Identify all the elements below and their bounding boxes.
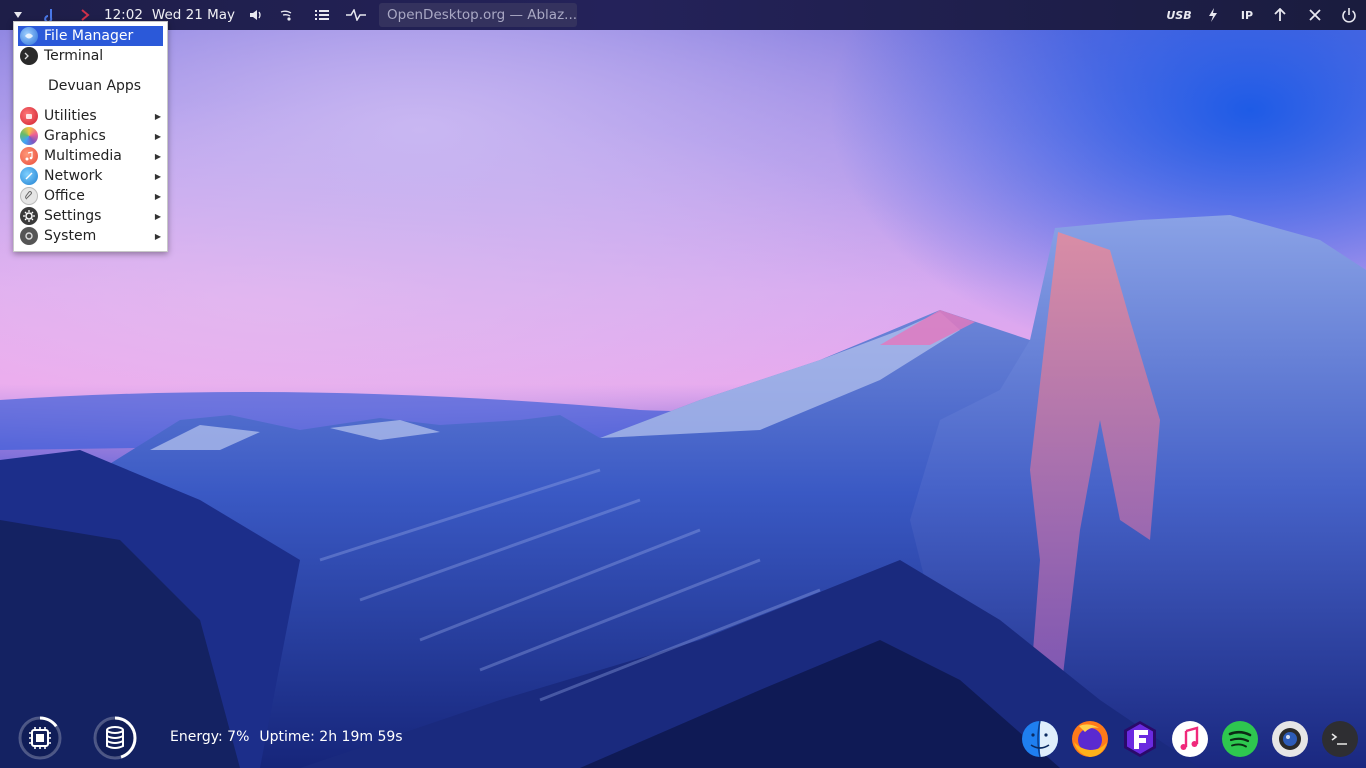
menu-label: Graphics [44, 128, 106, 144]
top-panel: 12:02 Wed 21 May OpenDesktop.org — Ablaz… [0, 0, 1366, 30]
menu-label: Devuan Apps [48, 78, 142, 94]
menu-label: Terminal [44, 48, 104, 64]
menu-label: Multimedia [44, 148, 122, 164]
wallpaper-mountains [0, 215, 1366, 768]
system-stats: Energy: 7% Uptime: 2h 19m 59s [170, 729, 403, 747]
menu-label: Office [44, 188, 85, 204]
submenu-arrow-icon: ▶ [154, 111, 162, 121]
volume-icon[interactable] [246, 0, 266, 30]
file-manager-icon [20, 27, 38, 45]
spotify-icon[interactable] [1221, 720, 1259, 758]
submenu-arrow-icon: ▶ [154, 231, 162, 241]
system-icon [20, 227, 38, 245]
f-app-icon[interactable] [1121, 720, 1159, 758]
power-icon[interactable] [1338, 0, 1360, 30]
firefox-icon[interactable] [1071, 720, 1109, 758]
submenu-arrow-icon: ▶ [154, 131, 162, 141]
submenu-arrow-icon: ▶ [154, 191, 162, 201]
menu-label: Settings [44, 208, 102, 224]
menu-item-settings[interactable]: Settings ▶ [18, 206, 163, 226]
finder-icon[interactable] [1021, 720, 1059, 758]
music-icon[interactable] [1171, 720, 1209, 758]
up-arrow-icon[interactable] [1270, 0, 1290, 30]
disk-usage-ring [93, 716, 137, 760]
camera-icon[interactable] [1271, 720, 1309, 758]
graphics-icon [20, 127, 38, 145]
menu-item-multimedia[interactable]: Multimedia ▶ [18, 146, 163, 166]
submenu-arrow-icon: ▶ [154, 171, 162, 181]
multimedia-icon [20, 147, 38, 165]
menu-label: System [44, 228, 97, 244]
flash-icon[interactable] [1204, 0, 1222, 30]
close-icon[interactable] [1304, 0, 1326, 30]
menu-item-devuan-apps[interactable]: Devuan Apps [48, 76, 158, 96]
menu-label: Utilities [44, 108, 97, 124]
terminal-icon [20, 47, 38, 65]
ip-indicator[interactable]: IP [1236, 0, 1258, 30]
office-paperclip-icon [20, 187, 38, 205]
menu-item-office[interactable]: Office ▶ [18, 186, 163, 206]
settings-gear-icon [20, 207, 38, 225]
cpu-chip-icon [29, 727, 51, 749]
task-list-icon[interactable] [312, 0, 332, 30]
uptime-readout: Uptime: 2h 19m 59s [259, 729, 403, 745]
network-globe-icon [20, 167, 38, 185]
pulse-icon[interactable] [344, 0, 368, 30]
energy-readout: Energy: 7% [170, 729, 250, 745]
window-title-button[interactable]: OpenDesktop.org — Ablaz... [379, 3, 577, 27]
window-title-text: OpenDesktop.org — Ablaz... [387, 7, 577, 23]
menu-label: File Manager [44, 28, 134, 44]
submenu-arrow-icon: ▶ [154, 211, 162, 221]
usb-label: USB [1166, 8, 1192, 22]
utilities-icon [20, 107, 38, 125]
cpu-usage-ring [18, 716, 62, 760]
menu-item-graphics[interactable]: Graphics ▶ [18, 126, 163, 146]
usb-indicator[interactable]: USB [1162, 0, 1196, 30]
menu-item-file-manager[interactable]: File Manager [18, 26, 163, 46]
submenu-arrow-icon: ▶ [154, 151, 162, 161]
menu-item-network[interactable]: Network ▶ [18, 166, 163, 186]
menu-item-terminal[interactable]: Terminal [18, 46, 163, 66]
menu-item-system[interactable]: System ▶ [18, 226, 163, 246]
application-menu: File Manager Terminal Devuan Apps Utilit… [13, 21, 168, 252]
ip-label: IP [1240, 8, 1254, 22]
menu-item-utilities[interactable]: Utilities ▶ [18, 106, 163, 126]
network-icon[interactable] [276, 0, 296, 30]
menu-label: Network [44, 168, 103, 184]
terminal-icon[interactable] [1321, 720, 1359, 758]
